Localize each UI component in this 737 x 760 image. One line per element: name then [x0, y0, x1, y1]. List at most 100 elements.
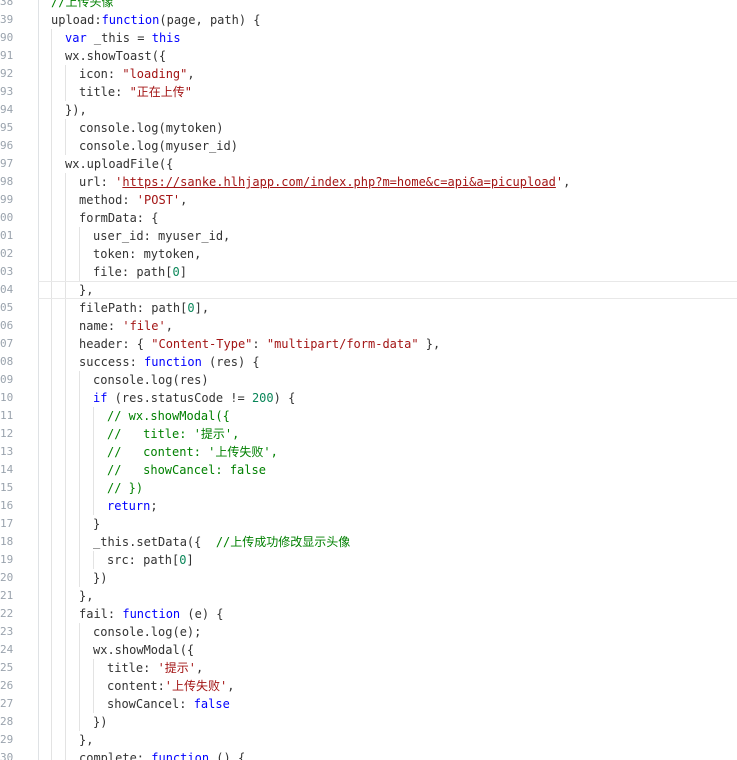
- code-line[interactable]: showCancel: false: [38, 695, 737, 713]
- code-line[interactable]: },: [38, 587, 737, 605]
- indent-guide: [93, 677, 94, 695]
- code-line[interactable]: wx.uploadFile({: [38, 155, 737, 173]
- code-line[interactable]: },: [38, 281, 737, 299]
- code-line[interactable]: fail: function (e) {: [38, 605, 737, 623]
- code-line[interactable]: _this.setData({ //上传成功修改显示头像: [38, 533, 737, 551]
- code-token: () {: [209, 751, 246, 760]
- line-number: 09: [0, 373, 14, 386]
- line-number-gutter: 38 39 90 91 92 93 94 95 96 97 98 99 00 01 02 03 04 05 06 07…: [0, 0, 39, 760]
- code-token: //上传成功修改显示头像: [215, 535, 351, 549]
- code-line[interactable]: success: function (res) {: [38, 353, 737, 371]
- indent-guide: [93, 551, 94, 569]
- code-line[interactable]: header: { "Content-Type": "multipart/for…: [38, 335, 737, 353]
- code-text: if (res.statusCode != 200) {: [93, 389, 295, 407]
- code-token: },: [418, 337, 441, 351]
- indent-guide: [51, 282, 52, 298]
- code-line[interactable]: wx.showToast({: [38, 47, 737, 65]
- code-line[interactable]: console.log(mytoken): [38, 119, 737, 137]
- indent-guide: [79, 407, 80, 425]
- code-line[interactable]: // showCancel: false: [38, 461, 737, 479]
- indent-guide: [93, 479, 94, 497]
- code-line[interactable]: content:'上传失败',: [38, 677, 737, 695]
- code-line[interactable]: console.log(myuser_id): [38, 137, 737, 155]
- code-line[interactable]: // }): [38, 479, 737, 497]
- line-number: 21: [0, 589, 14, 602]
- code-token: }: [93, 517, 101, 531]
- indent-guide: [51, 227, 52, 245]
- code-token: }): [93, 571, 108, 585]
- indent-guide: [65, 659, 66, 677]
- code-token: ) {: [273, 391, 296, 405]
- code-line[interactable]: complete: function () {: [38, 749, 737, 760]
- code-token: if: [93, 391, 108, 405]
- code-text: fail: function (e) {: [79, 605, 224, 623]
- indent-guide: [65, 677, 66, 695]
- code-text: //上传头像: [51, 0, 113, 11]
- code-area[interactable]: //上传头像 upload:function(page, path) {var _…: [38, 0, 737, 760]
- code-line[interactable]: // wx.showModal({: [38, 407, 737, 425]
- code-text: wx.uploadFile({: [65, 155, 173, 173]
- indent-guide: [51, 389, 52, 407]
- code-line[interactable]: user_id: myuser_id,: [38, 227, 737, 245]
- code-token: function: [144, 355, 202, 369]
- indent-guide: [51, 245, 52, 263]
- indent-guide: [51, 299, 52, 317]
- indent-guide: [65, 65, 66, 83]
- code-token: (e) {: [180, 607, 224, 621]
- indent-guide: [65, 623, 66, 641]
- code-line[interactable]: formData: {: [38, 209, 737, 227]
- code-token: "loading": [122, 67, 188, 81]
- code-line[interactable]: // content: '上传失败',: [38, 443, 737, 461]
- indent-guide: [79, 569, 80, 587]
- code-line[interactable]: console.log(res): [38, 371, 737, 389]
- code-line[interactable]: url: 'https://sanke.hlhjapp.com/index.ph…: [38, 173, 737, 191]
- code-text: file: path[0]: [93, 263, 187, 281]
- code-line[interactable]: token: mytoken,: [38, 245, 737, 263]
- code-line[interactable]: }: [38, 515, 737, 533]
- code-text: content:'上传失败',: [107, 677, 234, 695]
- code-line[interactable]: title: '提示',: [38, 659, 737, 677]
- code-text: console.log(res): [93, 371, 209, 389]
- code-line[interactable]: name: 'file',: [38, 317, 737, 335]
- code-line[interactable]: return;: [38, 497, 737, 515]
- code-line[interactable]: icon: "loading",: [38, 65, 737, 83]
- indent-guide: [51, 569, 52, 587]
- code-line[interactable]: }): [38, 713, 737, 731]
- code-line[interactable]: file: path[0]: [38, 263, 737, 281]
- code-line[interactable]: console.log(e);: [38, 623, 737, 641]
- code-line[interactable]: upload:function(page, path) {: [38, 11, 737, 29]
- code-line[interactable]: src: path[0]: [38, 551, 737, 569]
- code-line[interactable]: title: "正在上传": [38, 83, 737, 101]
- code-line[interactable]: if (res.statusCode != 200) {: [38, 389, 737, 407]
- code-token: },: [79, 733, 94, 747]
- code-line[interactable]: var _this = this: [38, 29, 737, 47]
- indent-guide: [79, 497, 80, 515]
- indent-guide: [65, 282, 66, 298]
- indent-guide: [65, 389, 66, 407]
- indent-guide: [51, 353, 52, 371]
- indent-guide: [65, 749, 66, 760]
- code-text: formData: {: [79, 209, 158, 227]
- code-token: fail:: [79, 607, 123, 621]
- indent-guide: [79, 533, 80, 551]
- line-number: 97: [0, 157, 14, 170]
- code-line[interactable]: wx.showModal({: [38, 641, 737, 659]
- indent-guide: [65, 587, 66, 605]
- code-line[interactable]: },: [38, 731, 737, 749]
- code-line[interactable]: }): [38, 569, 737, 587]
- code-line[interactable]: //上传头像: [38, 0, 737, 11]
- code-editor[interactable]: 38 39 90 91 92 93 94 95 96 97 98 99 00 01 02 03 04 05 06 07…: [0, 0, 737, 760]
- indent-guide: [51, 155, 52, 173]
- code-text: src: path[0]: [107, 551, 194, 569]
- code-token: ,: [180, 193, 188, 207]
- code-line[interactable]: // title: '提示',: [38, 425, 737, 443]
- line-number: 26: [0, 679, 14, 692]
- indent-guide: [65, 515, 66, 533]
- code-line[interactable]: }),: [38, 101, 737, 119]
- code-token: console.log(myuser_id): [79, 139, 238, 153]
- indent-guide: [65, 425, 66, 443]
- code-line[interactable]: filePath: path[0],: [38, 299, 737, 317]
- code-line[interactable]: method: 'POST',: [38, 191, 737, 209]
- indent-guide: [51, 83, 52, 101]
- indent-guide: [79, 713, 80, 731]
